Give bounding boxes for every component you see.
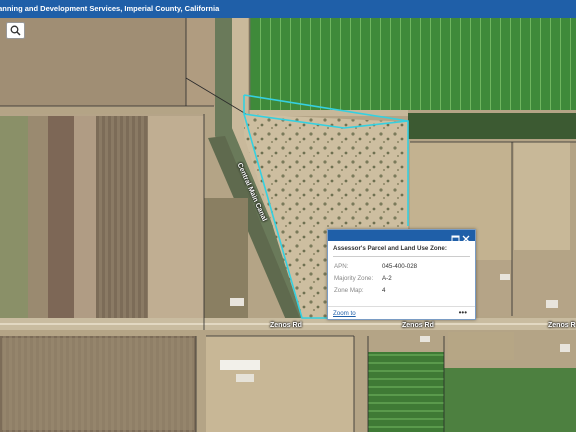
road-label-zenos-2: Zenos Rd: [402, 322, 434, 329]
aerial-imagery: [0, 18, 576, 432]
app-title: lanning and Development Services, Imperi…: [0, 4, 220, 13]
zone-map-value: 4: [382, 287, 386, 294]
popup-title: Assessor's Parcel and Land Use Zone:: [333, 245, 447, 252]
apn-label: APN:: [334, 263, 349, 270]
map-view[interactable]: Central Main Canal Zenos Rd Zenos Rd Zen…: [0, 18, 576, 432]
more-options-button[interactable]: •••: [459, 308, 467, 317]
majority-zone-value: A-2: [382, 275, 392, 282]
popup-footer-divider: [328, 306, 475, 307]
divider: [333, 256, 470, 257]
popup-header: [328, 230, 475, 243]
close-icon[interactable]: [462, 235, 470, 243]
zoom-to-link[interactable]: Zoom to: [333, 310, 356, 317]
apn-value: 045-400-028: [382, 263, 418, 270]
zone-map-label: Zone Map:: [334, 287, 364, 294]
search-button[interactable]: [6, 22, 25, 39]
search-icon: [10, 25, 21, 36]
road-label-zenos-1: Zenos Rd: [270, 322, 302, 329]
maximize-icon[interactable]: [451, 235, 460, 243]
road-label-zenos-3: Zenos R: [548, 322, 576, 329]
majority-zone-label: Majority Zone:: [334, 275, 374, 282]
parcel-popup: Assessor's Parcel and Land Use Zone: APN…: [327, 229, 476, 320]
app-header: lanning and Development Services, Imperi…: [0, 0, 576, 18]
